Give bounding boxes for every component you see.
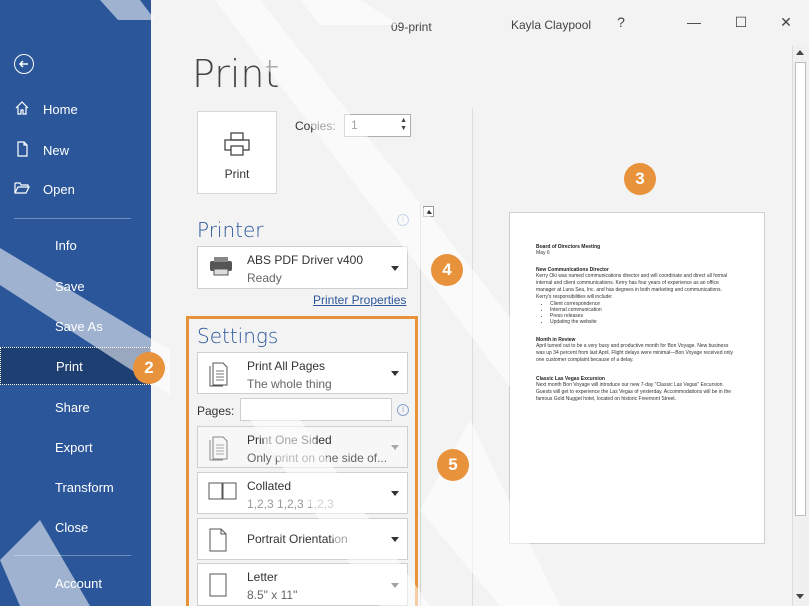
pages-label: Pages: [197,404,235,418]
preview-bullet-list: Client correspondence Internal communica… [550,301,738,325]
nav-account[interactable]: Account [0,564,151,602]
sides-dropdown[interactable]: Print One Sided Only print on one side o… [197,426,408,468]
nav-label: Save As [55,318,103,334]
preview-date: May 6 [536,250,550,256]
print-range-dropdown[interactable]: Print All Pages The whole thing [197,352,408,394]
paper-sub: 8.5" x 11" [247,588,298,602]
nav-label: Home [43,101,78,117]
printer-section-title: Printer [197,218,264,242]
nav-label: Share [55,399,90,415]
nav-label: New [43,142,70,158]
chevron-down-icon [391,371,399,376]
backstage-nav: Home New Open Info Save Save As Print Sh… [0,0,151,606]
pages-icon [208,361,230,392]
nav-close[interactable]: Close [0,508,151,546]
nav-export[interactable]: Export [0,428,151,466]
chevron-down-icon [391,491,399,496]
copies-value: 1 [351,118,358,132]
nav-label: Info [55,237,77,253]
nav-transform[interactable]: Transform [0,468,151,506]
nav-print[interactable]: Print [0,347,151,385]
collation-sub: 1,2,3 1,2,3 1,2,3 [247,497,334,511]
preview-bullet: Updating the website [550,319,738,325]
callout-badge: 5 [437,449,469,481]
print-button-label: Print [224,167,250,181]
chevron-down-icon [391,265,399,271]
chevron-down-icon [391,445,399,450]
pages-input[interactable] [240,398,392,421]
nav-info[interactable]: Info [0,226,151,264]
printer-icon [224,132,250,161]
scrollbar-thumb[interactable] [795,62,806,516]
paper-size-dropdown[interactable]: Letter 8.5" x 11" [197,563,408,606]
maximize-button[interactable]: ☐ [730,14,752,31]
callout-badge: 2 [133,352,165,384]
nav-new[interactable]: New [0,131,151,169]
sides-sub: Only print on one side of... [247,451,388,465]
nav-open[interactable]: Open [0,170,151,208]
nav-label: Open [43,181,75,197]
printer-dropdown[interactable]: ABS PDF Driver v400 Ready [197,246,408,289]
print-range-sub: The whole thing [247,377,332,391]
nav-label: Print [56,358,83,374]
preview-section-body: Kerry Oki was named communications direc… [536,273,728,300]
nav-divider [14,218,131,219]
callout-badge: 3 [624,163,656,195]
printer-properties-link[interactable]: Printer Properties [313,293,406,307]
window-title: 09-print [391,20,432,34]
scroll-up-arrow-icon[interactable] [796,50,804,55]
printer-status: Ready [247,271,282,285]
orientation-dropdown[interactable]: Portrait Orientation [197,518,408,560]
print-preview-page: Board of Directors Meeting May 6 New Com… [509,212,765,544]
nav-divider [14,555,131,556]
printer-device-icon [208,255,234,282]
scroll-down-arrow-icon[interactable] [796,594,804,599]
panel-divider [472,108,473,606]
minimize-button[interactable]: — [683,14,705,30]
settings-section-title: Settings [197,324,279,348]
one-sided-icon [208,435,230,466]
nav-share[interactable]: Share [0,388,151,426]
help-button[interactable]: ? [610,14,632,30]
nav-label: Export [55,439,93,455]
nav-label: Account [55,575,102,591]
nav-label: Save [55,278,85,294]
home-icon [14,100,32,118]
preview-section-body: April turned out to be a very busy and p… [536,343,734,363]
info-icon[interactable]: i [397,404,409,416]
collated-icon [208,481,238,506]
nav-save-as[interactable]: Save As [0,307,151,345]
chevron-down-icon [391,582,399,588]
nav-save[interactable]: Save [0,267,151,305]
callout-badge: 4 [431,254,463,286]
print-range-main: Print All Pages [247,359,326,373]
paper-main: Letter [247,570,278,584]
orientation-main: Portrait Orientation [247,532,348,546]
info-icon[interactable]: i [397,214,409,226]
preview-section-body: Next month Bon Voyage will introduce our… [536,382,732,402]
page-title: Print [192,52,280,96]
collation-dropdown[interactable]: Collated 1,2,3 1,2,3 1,2,3 [197,472,408,514]
paper-icon [208,572,228,603]
copies-label: Copies: [295,119,336,133]
sides-main: Print One Sided [247,433,332,447]
collation-main: Collated [247,479,292,493]
nav-label: Close [55,519,89,535]
nav-home[interactable]: Home [0,90,151,128]
print-button[interactable]: Print [197,111,277,194]
nav-label: Transform [55,479,114,495]
printer-name: ABS PDF Driver v400 [247,253,364,267]
back-arrow-icon[interactable] [14,54,34,74]
close-button[interactable]: ✕ [775,14,797,31]
portrait-page-icon [208,527,228,558]
spinner-arrows-icon[interactable]: ▲ ▼ [400,117,407,133]
scroll-up-arrow-icon[interactable] [423,206,434,217]
user-name[interactable]: Kayla Claypool [511,18,591,32]
chevron-down-icon [391,537,399,542]
copies-stepper[interactable]: 1 ▲ ▼ [344,114,411,137]
folder-open-icon [14,180,32,198]
new-document-icon [14,141,32,159]
